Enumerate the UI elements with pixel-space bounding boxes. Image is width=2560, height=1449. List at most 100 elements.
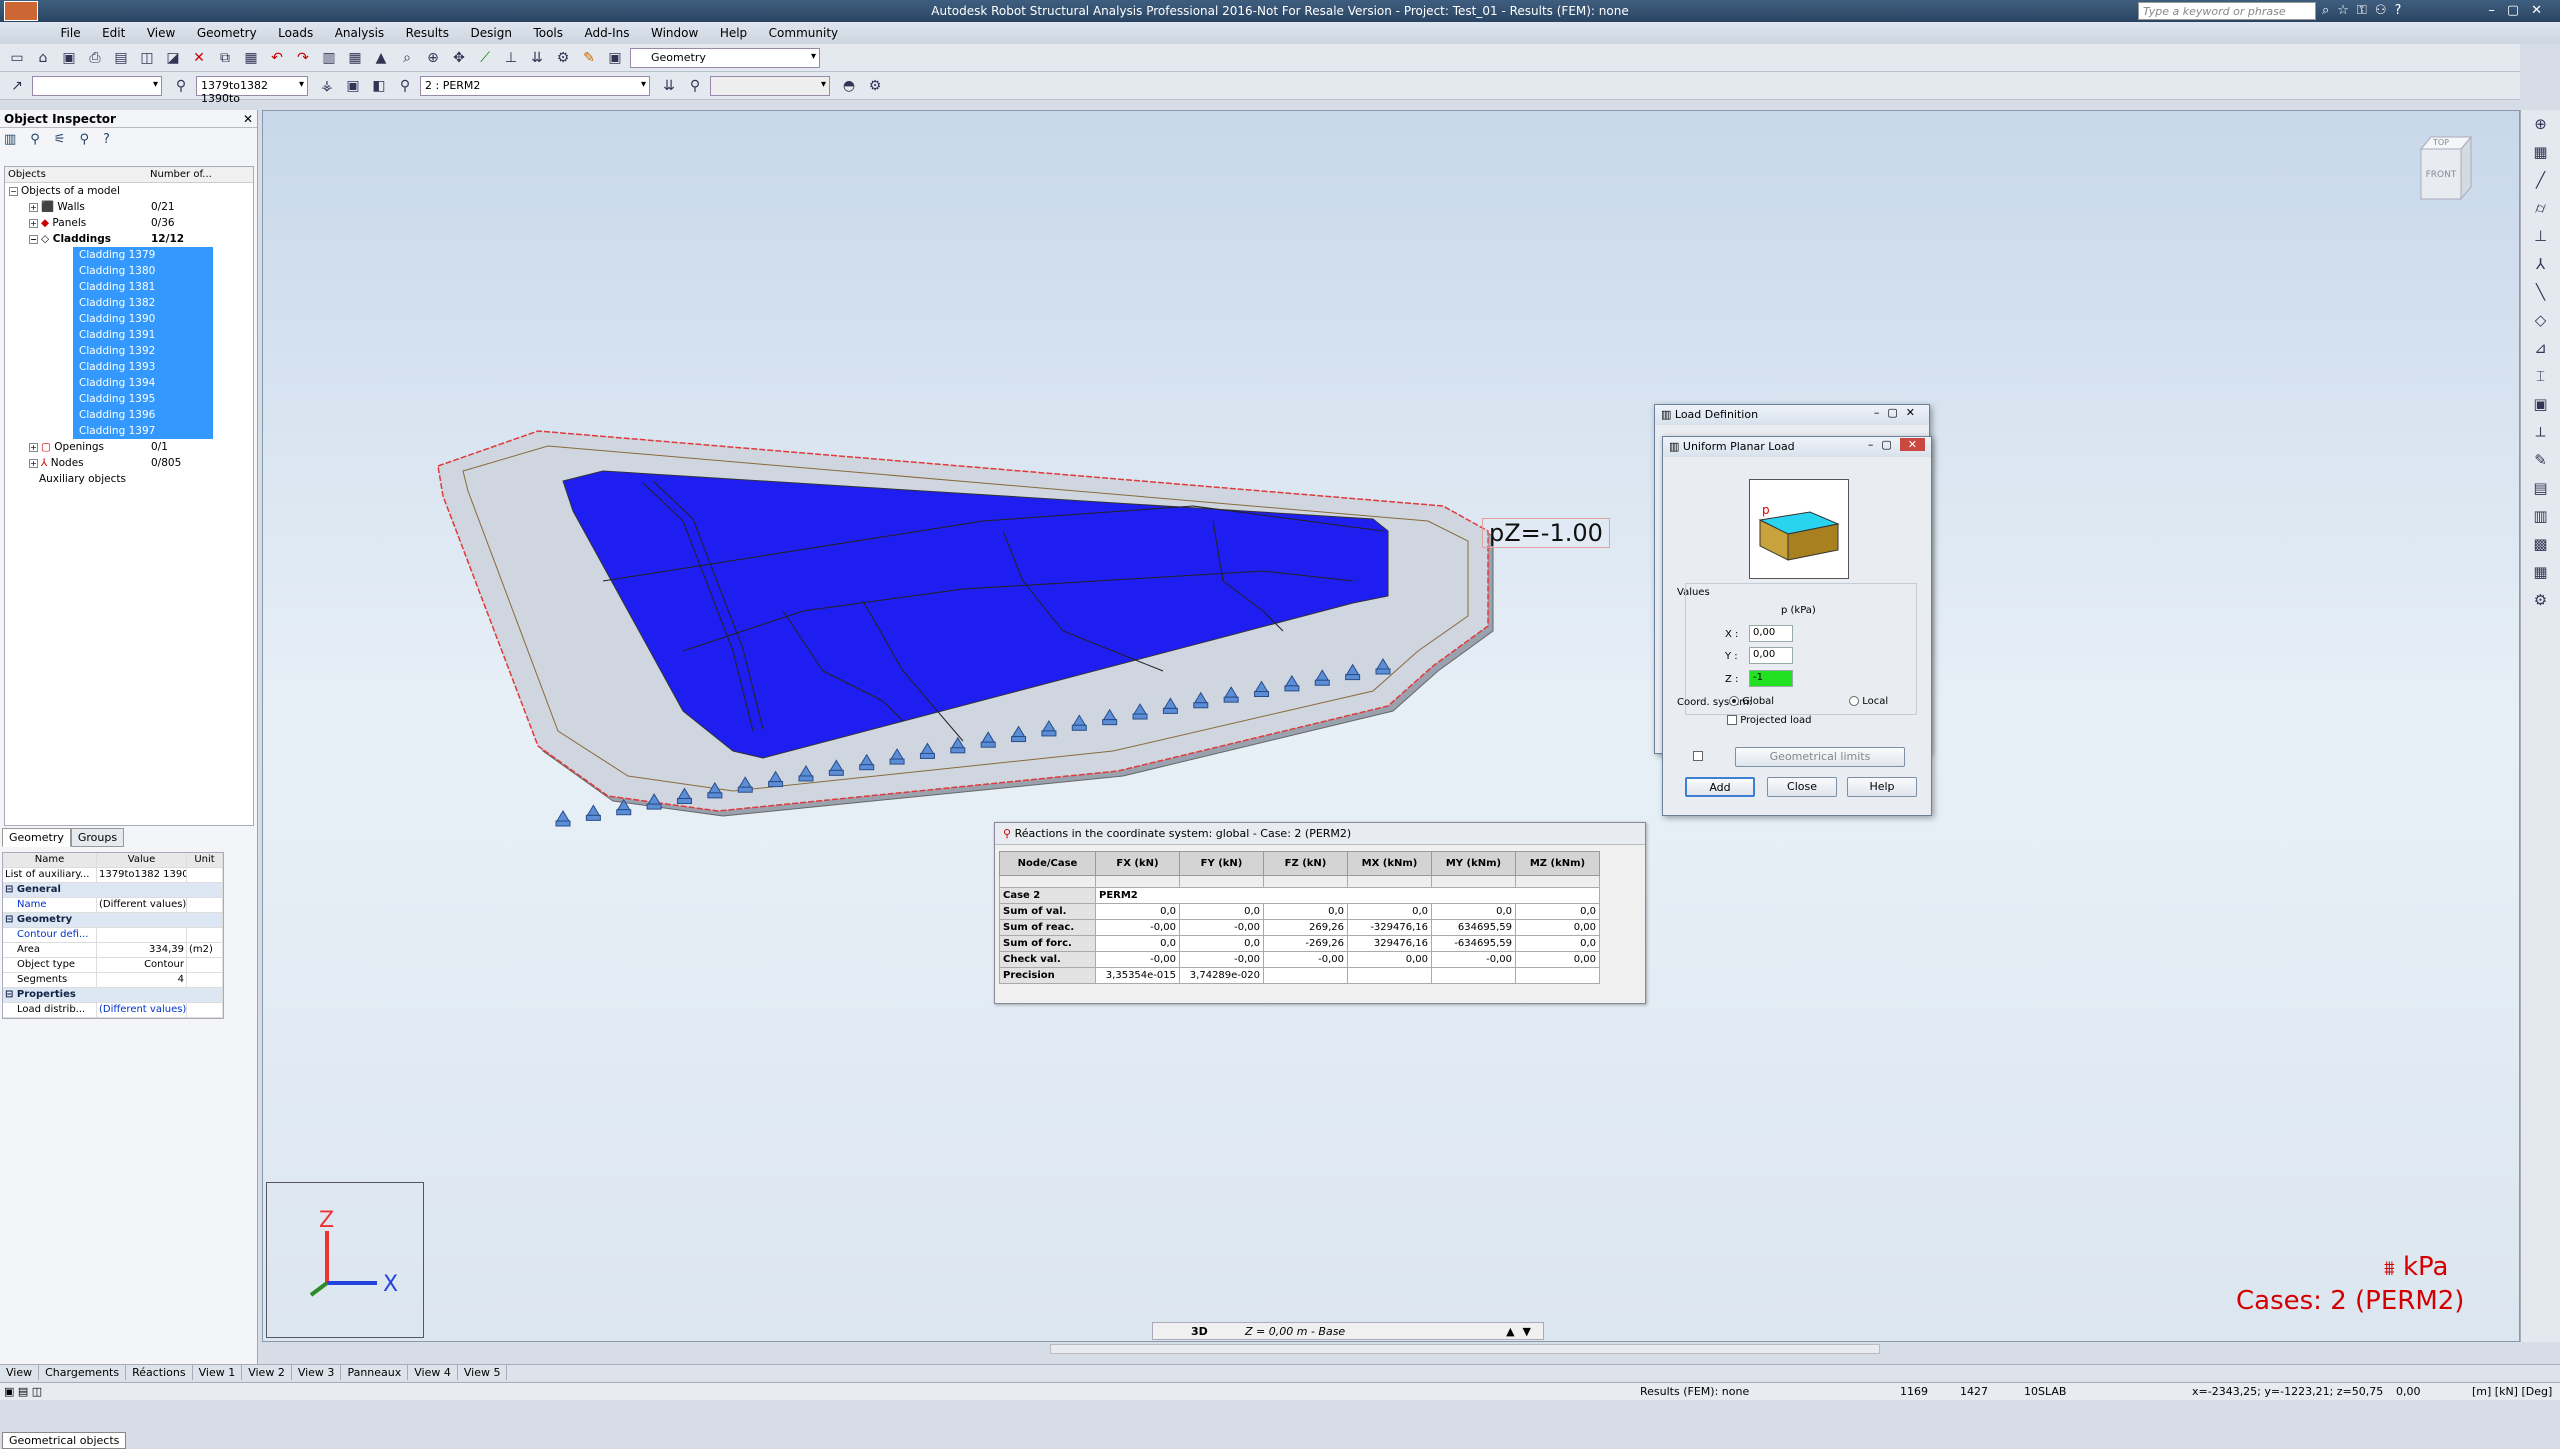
copy-icon[interactable]: ⧉ [214, 47, 236, 69]
menu-help[interactable]: Help [711, 22, 756, 44]
geometrical-limits-button[interactable]: Geometrical limits [1735, 747, 1905, 767]
undo-icon[interactable]: ↶ [266, 47, 288, 69]
paste-icon[interactable]: ▦ [240, 47, 262, 69]
menu-addins[interactable]: Add-Ins [576, 22, 639, 44]
window-controls[interactable]: –▢✕ [2488, 3, 2554, 18]
x-value-field[interactable]: 0,00 [1749, 625, 1793, 642]
analysis-icon[interactable]: ⚙ [2521, 586, 2560, 614]
plane-arrows[interactable]: ▲▼ [1506, 1325, 1539, 1338]
menu-results[interactable]: Results [397, 22, 458, 44]
table-icon[interactable]: ▥ [318, 47, 340, 69]
view-tab[interactable]: View 1 [193, 1365, 243, 1380]
menu-view[interactable]: View [138, 22, 184, 44]
view-tab[interactable]: Réactions [126, 1365, 193, 1380]
wrench-icon[interactable]: ✎ [578, 47, 600, 69]
view-tab[interactable]: View 2 [242, 1365, 292, 1380]
tab-geometrical-objects[interactable]: Geometrical objects [2, 1432, 127, 1449]
tree-item-cladding[interactable]: Cladding 1392 [73, 343, 213, 359]
load-distribution-value[interactable]: (Different values) [97, 1003, 187, 1017]
results-icon[interactable]: ◓ [838, 75, 860, 97]
calculator-icon[interactable]: ▦ [344, 47, 366, 69]
tree-root[interactable]: − Objects of a model [5, 183, 253, 199]
projected-load-checkbox[interactable]: Projected load [1727, 715, 1811, 726]
bar-icon[interactable]: ╲ [2521, 278, 2560, 306]
view-tab[interactable]: View [0, 1365, 40, 1380]
load-icon[interactable]: ⇊ [526, 47, 548, 69]
case-icon[interactable]: ▣ [342, 75, 364, 97]
menu-design[interactable]: Design [462, 22, 521, 44]
list-value[interactable]: 1379to1382 1390to... [97, 868, 187, 882]
new-icon[interactable]: ▭ [6, 47, 28, 69]
load-display-icon[interactable]: ⇊ [658, 75, 680, 97]
view-tab[interactable]: Chargements [39, 1365, 127, 1380]
properties-icon[interactable]: ◪ [162, 47, 184, 69]
inspector-tools[interactable]: ▥⚲⚟⚲? [0, 128, 257, 152]
model-drawing[interactable]: TOP FRONT [263, 111, 2520, 1342]
view-cube[interactable]: TOP FRONT [2419, 135, 2473, 201]
menu-file[interactable]: File [52, 22, 90, 44]
selection-combo[interactable]: 1379to1382 1390to [196, 75, 308, 105]
load-case-icon[interactable]: ⚲ [394, 75, 416, 97]
geometrical-limits-checkbox[interactable] [1693, 751, 1703, 762]
menu-community[interactable]: Community [760, 22, 847, 44]
print-icon[interactable]: ⎙ [84, 47, 106, 69]
dialog-controls[interactable]: –▢✕ [1868, 438, 1925, 451]
cable-icon[interactable]: ✎ [2521, 446, 2560, 474]
tree-item-cladding[interactable]: Cladding 1382 [73, 295, 213, 311]
display-icon[interactable]: ◧ [368, 75, 390, 97]
profile-icon[interactable]: ⌶ [2521, 362, 2560, 390]
help-button[interactable]: Help [1847, 777, 1917, 797]
status-icons[interactable]: ▣ ▤ ◫ [4, 1385, 42, 1398]
pan-icon[interactable]: ✥ [448, 47, 470, 69]
support-icon[interactable]: ⊥ [2521, 222, 2560, 250]
print-preview-icon[interactable]: ▤ [110, 47, 132, 69]
support-icon[interactable]: ⊥ [500, 47, 522, 69]
view-plane-bar[interactable]: 3D Z = 0,00 m - Base ▲▼ [1152, 1322, 1544, 1340]
mesh-icon[interactable]: ▥ [2521, 502, 2560, 530]
menu-loads[interactable]: Loads [269, 22, 322, 44]
tree-item-cladding[interactable]: Cladding 1380 [73, 263, 213, 279]
tree-item-auxiliary[interactable]: Auxiliary objects [5, 471, 253, 487]
section-geometry[interactable]: ⊟ Geometry [3, 913, 223, 928]
menu-tools[interactable]: Tools [524, 22, 572, 44]
tree-item-cladding[interactable]: Cladding 1394 [73, 375, 213, 391]
section-general[interactable]: ⊟ General [3, 883, 223, 898]
z-value-field[interactable]: -1 [1749, 670, 1793, 687]
mode-combo[interactable] [710, 75, 830, 96]
release-icon[interactable]: ⊿ [2521, 334, 2560, 362]
load-symbol-icon[interactable]: ⚲ [684, 75, 706, 97]
settings-icon[interactable]: ⚙ [864, 75, 886, 97]
load-case-combo[interactable]: 2 : PERM2 [420, 75, 650, 96]
table-icon[interactable]: ▦ [2521, 558, 2560, 586]
offset-icon[interactable]: ⟂ [2521, 418, 2560, 446]
tree-item-cladding[interactable]: Cladding 1379 [73, 247, 213, 263]
close-icon[interactable]: ✕ [243, 112, 253, 126]
menu-window[interactable]: Window [642, 22, 707, 44]
tree-item-cladding[interactable]: Cladding 1397 [73, 423, 213, 439]
menu-edit[interactable]: Edit [93, 22, 134, 44]
analysis-icon[interactable]: ⚙ [552, 47, 574, 69]
close-button[interactable]: Close [1767, 777, 1837, 797]
tree-item-nodes[interactable]: + ⅄ Nodes 0/805 [5, 455, 253, 471]
layers-icon[interactable]: ▩ [2521, 530, 2560, 558]
grid-icon[interactable]: ▦ [2521, 138, 2560, 166]
line-icon[interactable]: ╱ [2521, 166, 2560, 194]
tree-item-claddings[interactable]: − ◇ Claddings 12/12 [5, 231, 253, 247]
tab-groups[interactable]: Groups [70, 828, 125, 847]
zoom-icon[interactable]: ⊕ [2521, 110, 2560, 138]
global-radio[interactable]: Global [1729, 696, 1774, 707]
tree-item-cladding[interactable]: Cladding 1381 [73, 279, 213, 295]
redo-icon[interactable]: ↷ [292, 47, 314, 69]
search-input[interactable]: Type a keyword or phrase [2138, 2, 2316, 20]
view-tab[interactable]: View 5 [458, 1365, 508, 1380]
layout-combo[interactable]: Geometry [630, 47, 820, 68]
delete-icon[interactable]: ✕ [188, 47, 210, 69]
y-value-field[interactable]: 0,00 [1749, 647, 1793, 664]
menu-geometry[interactable]: Geometry [188, 22, 266, 44]
tree-item-panels[interactable]: + ◆ Panels 0/36 [5, 215, 253, 231]
help-icons[interactable]: ⌕☆⚿⚇? [2322, 3, 2409, 18]
layout-icon[interactable]: ▣ [604, 47, 626, 69]
tree-item-openings[interactable]: + ▢ Openings 0/1 [5, 439, 253, 455]
name-value[interactable]: (Different values) [97, 898, 187, 912]
tree-item-cladding[interactable]: Cladding 1390 [73, 311, 213, 327]
